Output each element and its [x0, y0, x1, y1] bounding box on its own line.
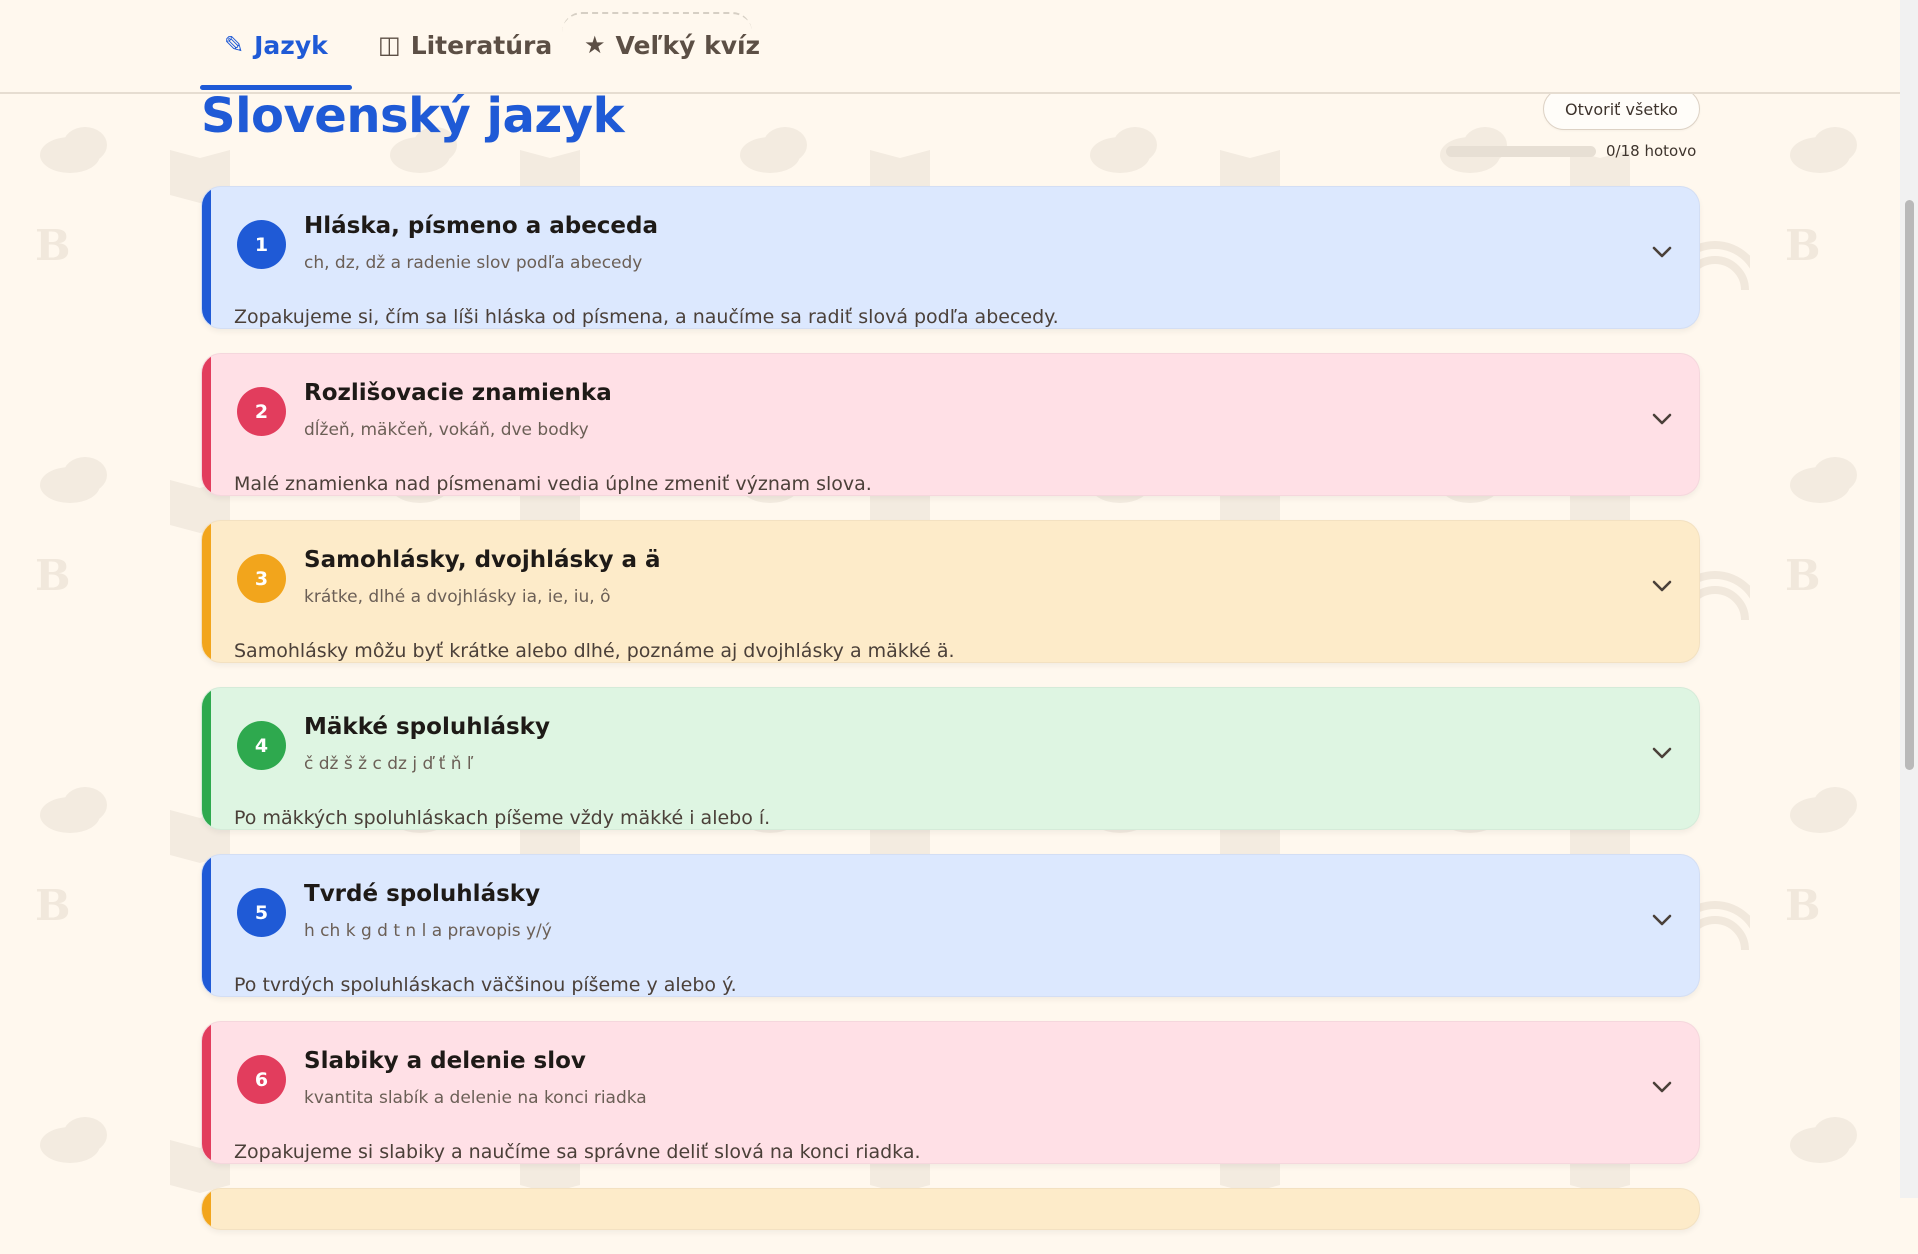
tab-jazyk[interactable]: ✎ Jazyk [200, 0, 352, 90]
progress-bar [1446, 145, 1596, 157]
chevron-down-icon[interactable] [1647, 905, 1677, 935]
topic-card-partial[interactable] [201, 1188, 1700, 1230]
chevron-down-icon[interactable] [1647, 1072, 1677, 1102]
topic-card[interactable]: 2 Rozlišovacie znamienka dĺžeň, mäkčeň, … [201, 353, 1700, 496]
topic-title: Mäkké spoluhlásky [304, 714, 550, 740]
topic-subtitle: kvantita slabík a delenie na konci riadk… [304, 1088, 647, 1108]
star-icon: ★ [584, 31, 606, 59]
topic-number-badge: 2 [237, 387, 286, 436]
topic-description: Malé znamienka nad písmenami vedia úplne… [234, 473, 872, 495]
topic-card[interactable]: 3 Samohlásky, dvojhlásky a ä krátke, dlh… [201, 520, 1700, 663]
topic-number-badge: 4 [237, 721, 286, 770]
topic-description: Po tvrdých spoluhláskach väčšinou píšeme… [234, 974, 737, 996]
tab-literatura[interactable]: ◫ Literatúra [378, 0, 552, 90]
topic-title: Slabiky a delenie slov [304, 1048, 586, 1074]
top-navigation: ✎ Jazyk ◫ Literatúra ★ Veľký kvíz [0, 0, 1900, 94]
progress-label: 0/18 hotovo [1606, 142, 1697, 160]
chevron-down-icon[interactable] [1647, 404, 1677, 434]
chevron-down-icon[interactable] [1647, 237, 1677, 267]
topic-card[interactable]: 4 Mäkké spoluhlásky č dž š ž c dz j ď ť … [201, 687, 1700, 830]
topic-subtitle: ch, dz, dž a radenie slov podľa abecedy [304, 253, 643, 273]
scrollbar-thumb[interactable] [1905, 200, 1914, 770]
open-all-button[interactable]: Otvoriť všetko [1543, 88, 1700, 130]
topic-number-badge: 1 [237, 220, 286, 269]
topic-title: Samohlásky, dvojhlásky a ä [304, 547, 661, 573]
topic-title: Hláska, písmeno a abeceda [304, 213, 659, 239]
topic-card[interactable]: 1 Hláska, písmeno a abeceda ch, dz, dž a… [201, 186, 1700, 329]
topic-title: Tvrdé spoluhlásky [304, 881, 541, 907]
topic-subtitle: dĺžeň, mäkčeň, vokáň, dve bodky [304, 420, 589, 440]
topic-subtitle: krátke, dlhé a dvojhlásky ia, ie, iu, ô [304, 587, 611, 607]
topic-description: Zopakujeme si slabiky a naučíme sa správ… [234, 1141, 921, 1163]
topic-number-badge: 6 [237, 1055, 286, 1104]
tab-label: Veľký kvíz [615, 30, 761, 60]
topic-subtitle: h ch k g d t n l a pravopis y/ý [304, 921, 552, 941]
progress-indicator: 0/18 hotovo [1446, 142, 1696, 160]
chevron-down-icon[interactable] [1647, 571, 1677, 601]
topic-description: Zopakujeme si, čím sa líši hláska od pís… [234, 306, 1059, 328]
topic-description: Po mäkkých spoluhláskach píšeme vždy mäk… [234, 807, 771, 829]
topic-title: Rozlišovacie znamienka [304, 380, 612, 406]
tab-label: Jazyk [254, 30, 328, 60]
topic-description: Samohlásky môžu byť krátke alebo dlhé, p… [234, 640, 955, 662]
page-title: Slovenský jazyk [201, 88, 625, 144]
topic-list: 1 Hláska, písmeno a abeceda ch, dz, dž a… [201, 186, 1700, 1254]
topic-subtitle: č dž š ž c dz j ď ť ň ľ [304, 754, 474, 774]
tab-label: Literatúra [410, 30, 553, 60]
pencil-icon: ✎ [224, 31, 245, 59]
chevron-down-icon[interactable] [1647, 738, 1677, 768]
book-icon: ◫ [378, 31, 401, 59]
tab-velky-kviz[interactable]: ★ Veľký kvíz [584, 0, 760, 90]
topic-card[interactable]: 6 Slabiky a delenie slov kvantita slabík… [201, 1021, 1700, 1164]
topic-card[interactable]: 5 Tvrdé spoluhlásky h ch k g d t n l a p… [201, 854, 1700, 997]
topic-number-badge: 3 [237, 554, 286, 603]
scrollbar[interactable] [1900, 0, 1918, 1198]
topic-number-badge: 5 [237, 888, 286, 937]
